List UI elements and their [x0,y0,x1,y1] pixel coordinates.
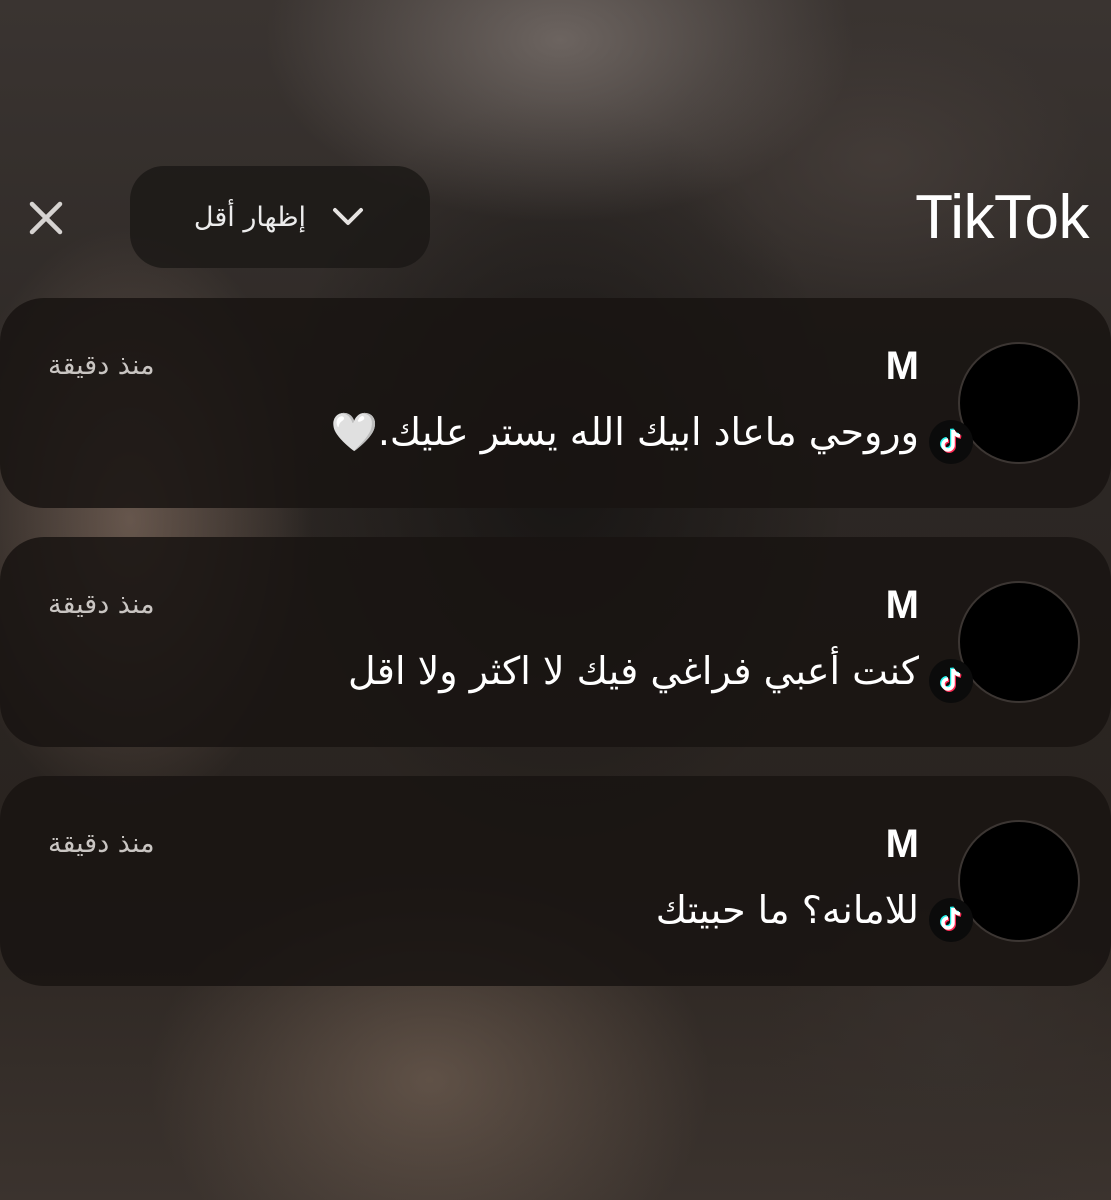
tiktok-note-icon [929,420,973,464]
chevron-down-icon [333,208,364,225]
comment-time: منذ دقيقة [48,350,155,381]
avatar[interactable] [958,820,1080,942]
comment-text: كنت أعبي فراغي فيك لا اكثر ولا اقل [348,649,919,693]
show-less-toggle[interactable]: إظهار أقل [130,166,430,268]
comment-text: وروحي ماعاد ابيك الله يستر عليك.🤍 [330,410,919,454]
comment-time: منذ دقيقة [48,589,155,620]
close-button[interactable] [18,190,74,246]
comment-card[interactable]: M منذ دقيقة وروحي ماعاد ابيك الله يستر ع… [0,298,1111,508]
comment-text: للامانه؟ ما حبيتك [655,888,919,932]
avatar[interactable] [958,342,1080,464]
comment-username[interactable]: M [886,583,919,628]
comment-time: منذ دقيقة [48,828,155,859]
comment-username[interactable]: M [886,344,919,389]
comment-username[interactable]: M [886,822,919,867]
avatar[interactable] [958,581,1080,703]
tiktok-note-icon [929,898,973,942]
close-icon [29,201,63,235]
comment-card[interactable]: M منذ دقيقة كنت أعبي فراغي فيك لا اكثر و… [0,537,1111,747]
comment-card[interactable]: M منذ دقيقة للامانه؟ ما حبيتك [0,776,1111,986]
tiktok-logo: TikTok [915,183,1089,252]
tiktok-note-icon [929,659,973,703]
show-less-label: إظهار أقل [193,201,307,233]
